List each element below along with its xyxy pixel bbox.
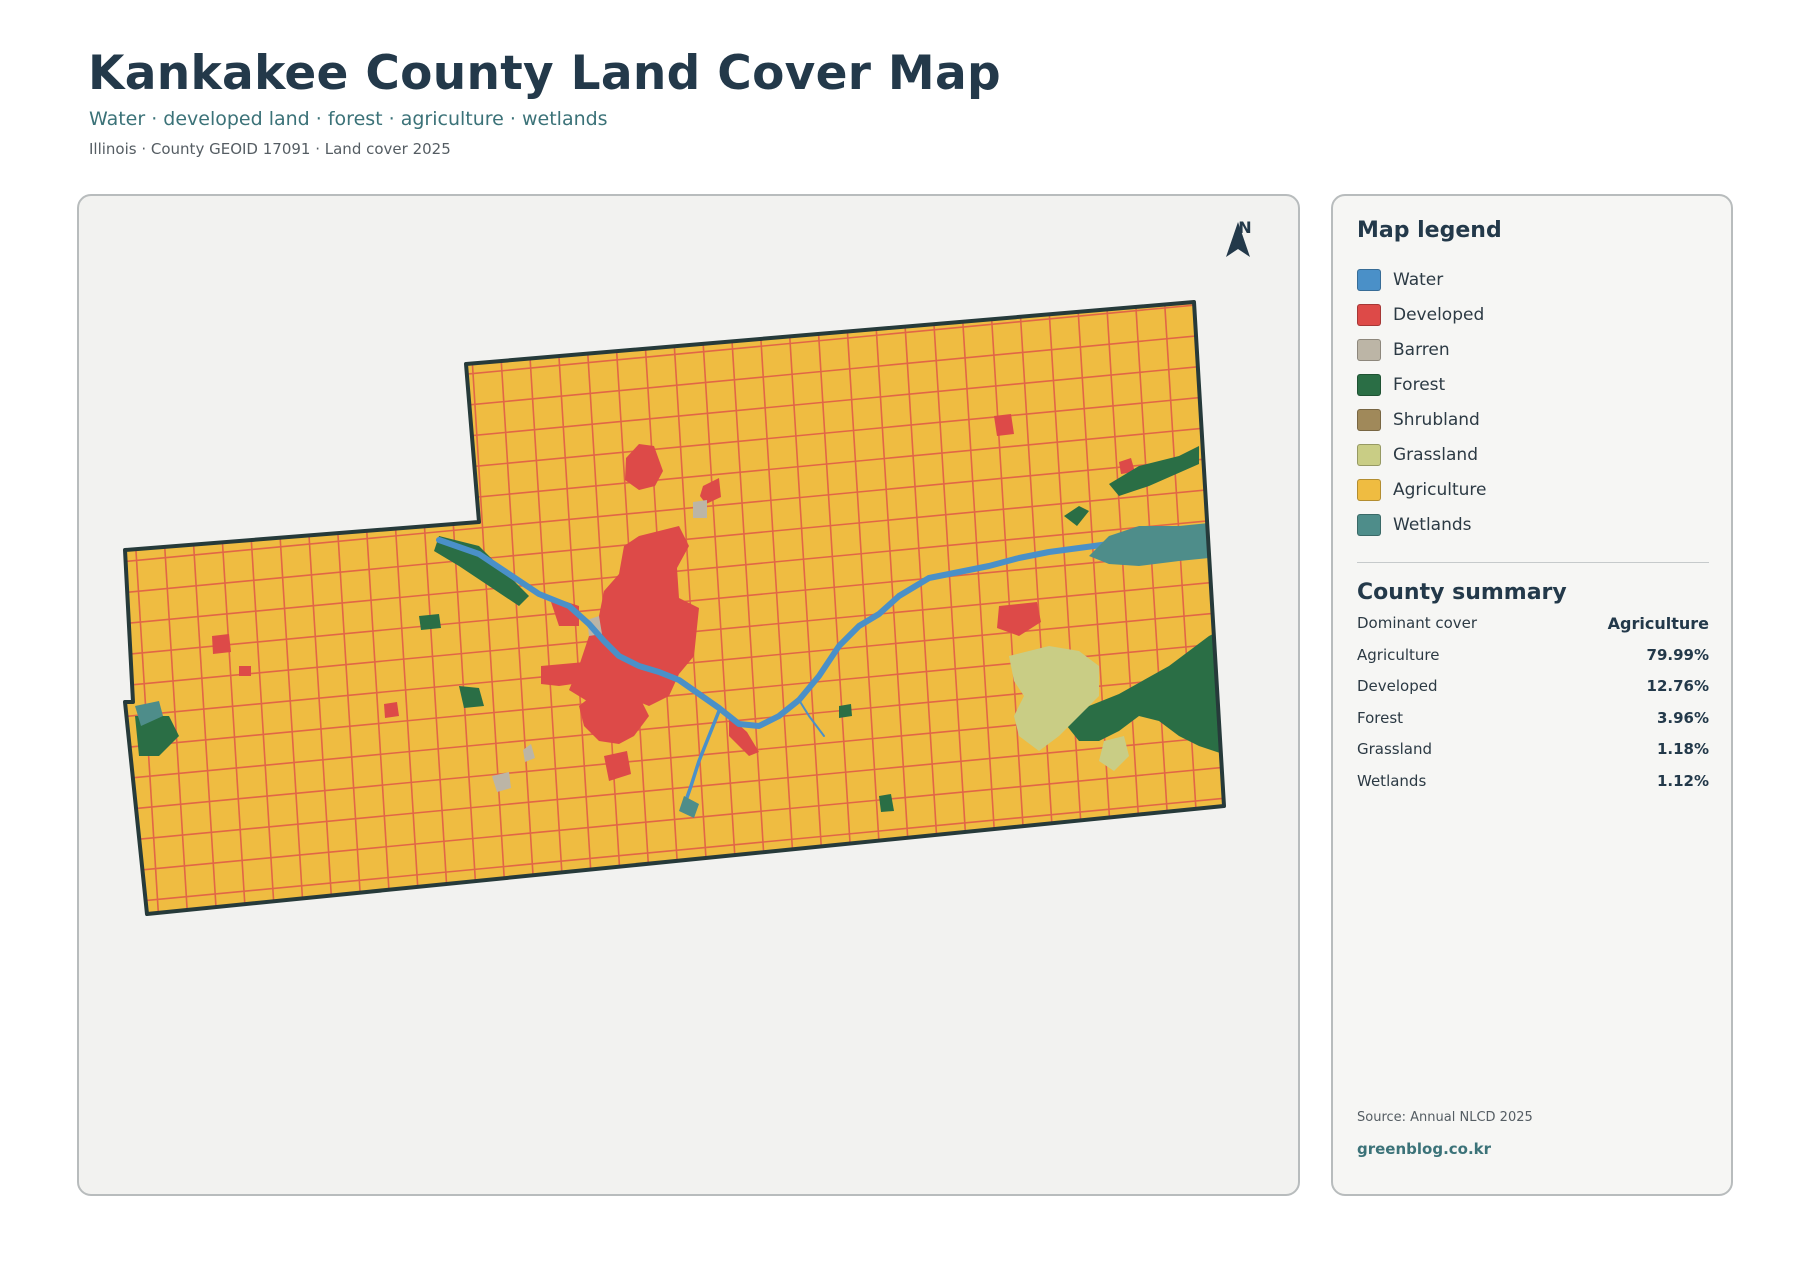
road-line	[1250, 276, 1292, 956]
summary-row: Agriculture 79.99%	[1357, 646, 1709, 678]
site-link[interactable]: greenblog.co.kr	[1357, 1140, 1491, 1158]
legend-swatch	[1357, 513, 1381, 536]
legend-label: Developed	[1393, 304, 1485, 325]
page-subtitle: Water · developed land · forest · agricu…	[89, 108, 608, 130]
road-line	[125, 302, 1224, 317]
legend-item-water: Water	[1357, 262, 1487, 297]
legend-item-shrubland: Shrubland	[1357, 402, 1487, 437]
summary-value: 79.99%	[1646, 645, 1709, 664]
legend-swatch	[1357, 478, 1381, 501]
summary-label: Grassland	[1357, 740, 1432, 758]
page-meta: Illinois · County GEOID 17091 · Land cov…	[89, 140, 451, 158]
summary-value: 12.76%	[1646, 677, 1709, 695]
summary-label: Dominant cover	[1357, 614, 1478, 632]
legend-label: Water	[1393, 269, 1444, 290]
legend-divider	[1357, 562, 1709, 563]
source-text: Source: Annual NLCD 2025	[1357, 1110, 1533, 1125]
north-arrow: N	[1225, 218, 1265, 257]
summary-label: Wetlands	[1357, 771, 1427, 790]
summary-row: Forest 3.96%	[1357, 709, 1709, 741]
legend-label: Forest	[1393, 374, 1446, 395]
summary-label: Agriculture	[1357, 645, 1440, 664]
legend-item-agriculture: Agriculture	[1357, 472, 1487, 507]
summary-table: Dominant cover Agriculture Agriculture 79.9…	[1357, 614, 1709, 803]
summary-label: Developed	[1357, 677, 1438, 695]
side-panel: Map legend Water Developed Barren Forest Shr…	[1331, 194, 1733, 1196]
legend-item-developed: Developed	[1357, 297, 1487, 332]
summary-row: Grassland 1.18%	[1357, 740, 1709, 772]
legend-label: Agriculture	[1393, 479, 1487, 500]
legend-label: Grassland	[1393, 444, 1478, 465]
summary-row: Dominant cover Agriculture	[1357, 614, 1709, 646]
summary-title: County summary	[1357, 580, 1567, 605]
summary-value: 1.12%	[1656, 771, 1709, 790]
legend-label: Shrubland	[1393, 409, 1480, 430]
north-arrow-icon	[1226, 222, 1250, 257]
road-line	[1220, 302, 1224, 914]
legend-item-forest: Forest	[1357, 367, 1487, 402]
map-panel[interactable]: N	[77, 194, 1300, 1196]
legend-swatch	[1357, 408, 1381, 431]
legend-swatch	[1357, 338, 1381, 361]
summary-label: Forest	[1357, 708, 1404, 727]
land-cover-map[interactable]	[79, 196, 1300, 1196]
legend-label: Barren	[1393, 339, 1450, 360]
summary-row: Developed 12.76%	[1357, 677, 1709, 709]
legend-swatch	[1357, 443, 1381, 466]
legend-list: Water Developed Barren Forest Shrubland Grass…	[1357, 262, 1487, 542]
summary-value: 3.96%	[1656, 708, 1709, 727]
legend-swatch	[1357, 268, 1381, 291]
legend-item-wetlands: Wetlands	[1357, 507, 1487, 542]
legend-item-grassland: Grassland	[1357, 437, 1487, 472]
legend-label: Wetlands	[1393, 514, 1472, 535]
legend-swatch	[1357, 303, 1381, 326]
legend-title: Map legend	[1357, 218, 1502, 243]
legend-item-barren: Barren	[1357, 332, 1487, 367]
page-title: Kankakee County Land Cover Map	[88, 46, 1001, 101]
legend-swatch	[1357, 373, 1381, 396]
summary-value: Agriculture	[1607, 614, 1709, 633]
summary-value: 1.18%	[1656, 740, 1709, 758]
summary-row: Wetlands 1.12%	[1357, 772, 1709, 804]
